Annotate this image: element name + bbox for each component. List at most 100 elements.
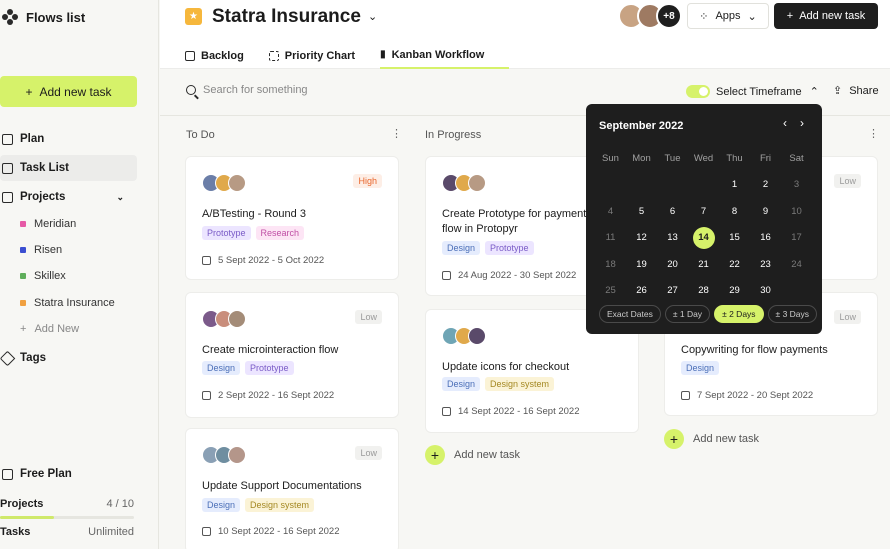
tag: Prototype (245, 361, 294, 375)
apps-label: Apps (715, 10, 741, 22)
weekday-label: Thu (726, 152, 743, 164)
date-range: 7 Sept 2022 - 20 Sept 2022 (697, 390, 814, 401)
add-new-task-button[interactable]: + Add new task (774, 3, 878, 29)
calendar-day[interactable]: 6 (657, 198, 688, 225)
nav-projects[interactable]: Projects ⌄ (2, 191, 124, 203)
team-avatars[interactable]: +8 (618, 3, 682, 29)
projects-metric: Projects 4 / 10 (0, 498, 134, 510)
calendar-day[interactable]: 21 (688, 251, 719, 278)
chevron-right-icon[interactable]: › (800, 116, 804, 130)
tag: Design system (245, 498, 315, 512)
assignee-avatars (202, 446, 246, 464)
calendar-icon (442, 407, 451, 416)
project-skillex[interactable]: Skillex (20, 270, 66, 282)
grid-icon: ⁘ (699, 10, 709, 23)
nav-tags[interactable]: Tags (0, 350, 46, 366)
calendar-day[interactable]: 28 (688, 278, 719, 305)
calendar-day[interactable]: 12 (626, 225, 657, 252)
weekday-label: Wed (693, 152, 714, 164)
timeframe-toggle[interactable]: Select Timeframe ⌃ (686, 85, 819, 98)
add-task-column-three[interactable]: + Add new task (664, 429, 759, 449)
calendar-day[interactable]: 11 (595, 225, 626, 252)
priority-badge: Low (834, 174, 861, 188)
calendar-day[interactable]: 5 (626, 198, 657, 225)
calendar-icon (202, 256, 211, 265)
calendar-day[interactable]: 13 (657, 225, 688, 252)
chevron-down-icon[interactable]: ⌄ (368, 10, 377, 23)
calendar-day[interactable]: 18 (595, 251, 626, 278)
project-risen[interactable]: Risen (20, 244, 62, 256)
nav-task-list[interactable]: Task List (0, 155, 137, 181)
calendar-day[interactable]: 25 (595, 278, 626, 305)
calendar-day[interactable]: 19 (626, 251, 657, 278)
calendar-day[interactable]: 9 (750, 198, 781, 225)
calendar-day[interactable]: 8 (719, 198, 750, 225)
tag-icon (0, 350, 16, 366)
calendar-day[interactable]: 7 (688, 198, 719, 225)
calendar-day[interactable]: 15 (719, 225, 750, 252)
task-dates: 24 Aug 2022 - 30 Sept 2022 (442, 270, 576, 281)
calendar-day[interactable]: 23 (750, 251, 781, 278)
calendar-day[interactable]: 22 (719, 251, 750, 278)
calendar-day[interactable]: 2 (750, 172, 781, 199)
chevron-down-icon: ⌄ (116, 191, 124, 202)
add-task-in-progress[interactable]: + Add new task (425, 445, 520, 465)
range-option[interactable]: ± 1 Day (664, 305, 711, 323)
calendar-day[interactable]: 1 (719, 172, 750, 199)
add-task-label: Add new task (39, 84, 112, 99)
task-tags: Design Prototype (202, 361, 294, 375)
tab-kanban-workflow[interactable]: ▮ Kanban Workflow (380, 42, 510, 69)
sidebar: Flows list + Add new task Plan Task List… (0, 0, 159, 549)
project-statra-insurance[interactable]: Statra Insurance (20, 297, 115, 309)
calendar-day[interactable]: 10 (781, 198, 812, 225)
nav-plan[interactable]: Plan (2, 133, 44, 145)
avatar (228, 446, 246, 464)
tab-backlog[interactable]: Backlog (185, 42, 269, 69)
project-label: Skillex (34, 270, 66, 282)
calendar-day[interactable]: 24 (781, 251, 812, 278)
chevron-left-icon[interactable]: ‹ (783, 116, 787, 130)
add-task-button[interactable]: + Add new task (0, 76, 137, 107)
search-input[interactable]: Search for something (203, 84, 308, 96)
calendar-day[interactable]: 17 (781, 225, 812, 252)
avatar (468, 174, 486, 192)
calendar-day[interactable]: 30 (750, 278, 781, 305)
add-project-button[interactable]: + Add New (20, 323, 79, 335)
apps-button[interactable]: ⁘ Apps ⌄ (687, 3, 769, 29)
range-option[interactable]: ± 3 Days (767, 305, 818, 323)
share-button[interactable]: ⇪ Share (833, 84, 879, 98)
avatar (228, 174, 246, 192)
project-meridian[interactable]: Meridian (20, 218, 76, 230)
calendar-empty (626, 172, 657, 199)
toggle-switch[interactable] (686, 85, 710, 98)
task-card[interactable]: Low Create microinteraction flow Design … (185, 292, 399, 418)
weekday-label: Sun (602, 152, 619, 164)
task-tags: Prototype Research (202, 226, 305, 240)
calendar-day[interactable]: 20 (657, 251, 688, 278)
selected-day[interactable]: 14 (692, 226, 715, 249)
column-menu-icon[interactable]: ⋮ (391, 127, 402, 140)
calendar-day[interactable]: 26 (626, 278, 657, 305)
priority-badge: Low (834, 310, 861, 324)
range-option[interactable]: ± 2 Days (714, 305, 764, 323)
calendar-day[interactable]: 3 (781, 172, 812, 199)
calendar-day[interactable]: 14 (688, 225, 719, 252)
calendar-day[interactable]: 27 (657, 278, 688, 305)
range-option[interactable]: Exact Dates (599, 305, 661, 323)
tab-priority-chart[interactable]: Priority Chart (268, 42, 380, 69)
tag: Design (442, 377, 481, 391)
calendar-day[interactable]: 16 (750, 225, 781, 252)
workspace-title[interactable]: Statra Insurance (212, 6, 361, 28)
tag: Design (202, 498, 241, 512)
task-card[interactable]: High A/BTesting - Round 3 Prototype Rese… (185, 156, 399, 280)
search-bar[interactable]: Search for something (186, 84, 308, 96)
store-icon (2, 468, 13, 480)
more-members-badge: +8 (656, 3, 682, 29)
tab-label: Priority Chart (284, 49, 356, 62)
calendar-day[interactable]: 29 (719, 278, 750, 305)
plus-icon: + (20, 323, 27, 335)
task-card[interactable]: Low Update Support Documentations Design… (185, 428, 399, 549)
column-menu-icon[interactable]: ⋮ (868, 127, 879, 140)
calendar-day[interactable]: 4 (595, 198, 626, 225)
app-title: Flows list (26, 9, 86, 25)
